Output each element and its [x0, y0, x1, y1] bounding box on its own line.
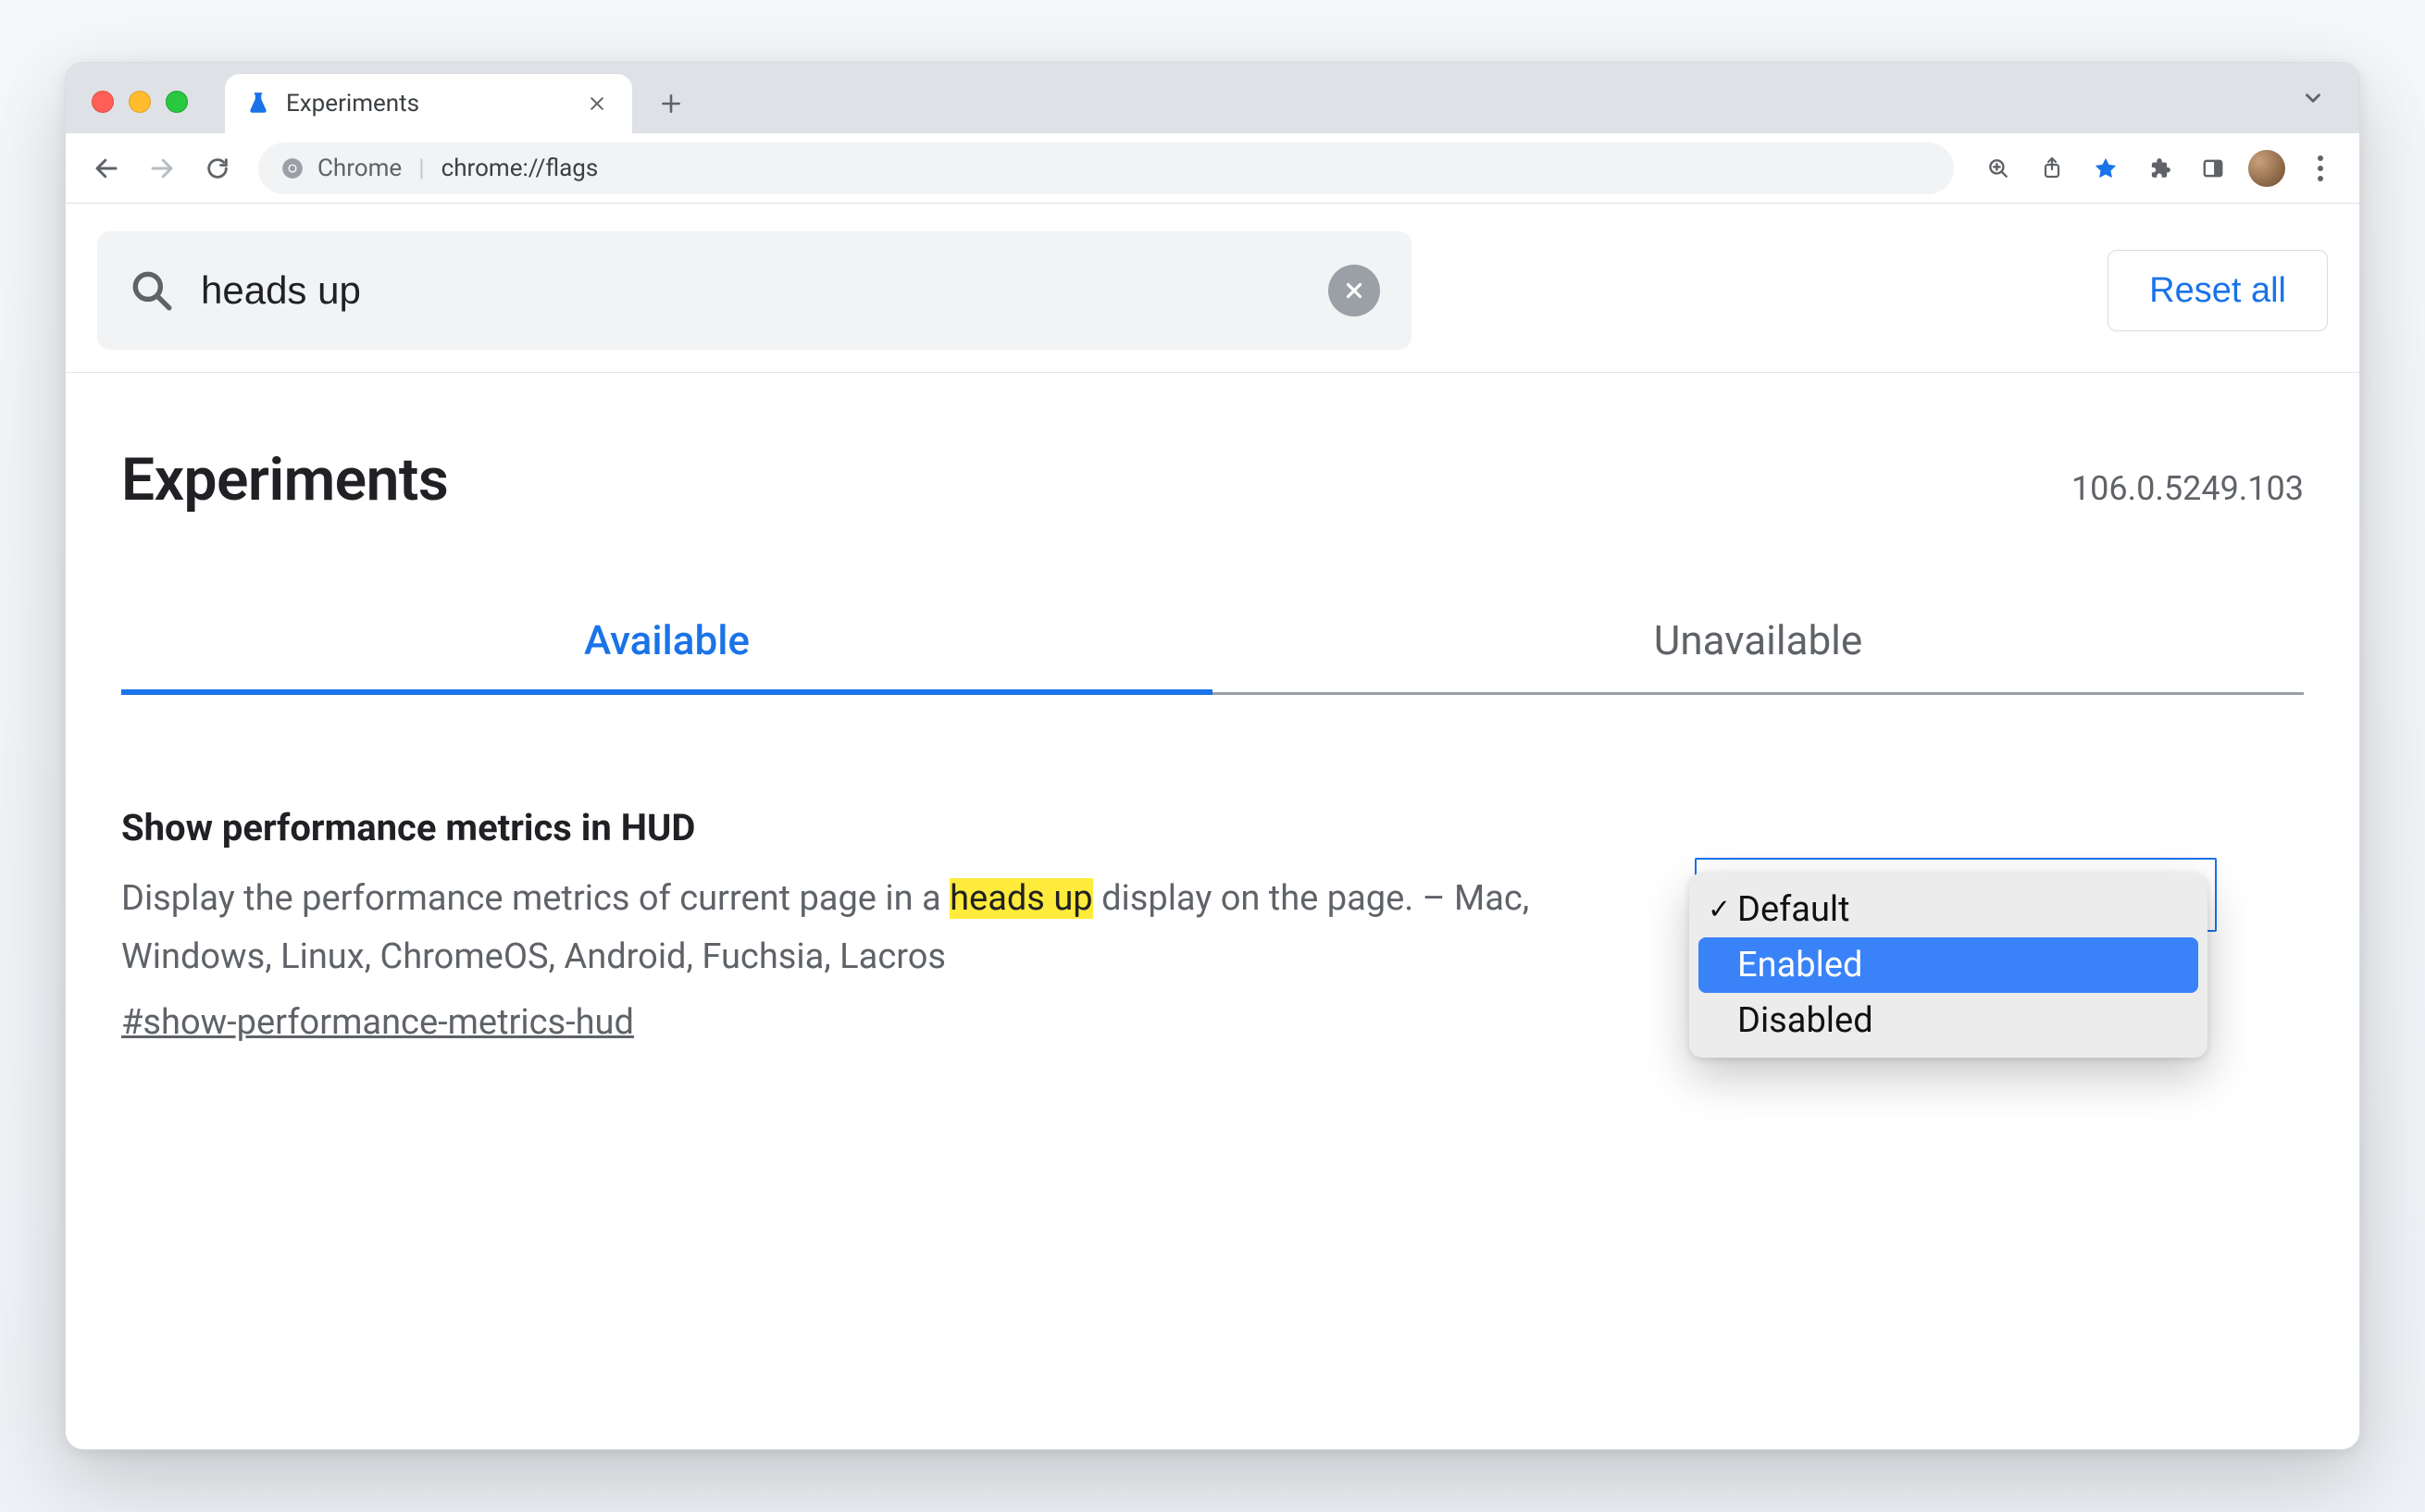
browser-window: Experiments Chrome |	[65, 62, 2360, 1450]
flask-icon	[245, 91, 271, 117]
flags-search-row: Reset all	[66, 204, 2359, 373]
window-close-button[interactable]	[92, 91, 114, 113]
profile-avatar[interactable]	[2245, 146, 2289, 191]
page-title: Experiments	[121, 445, 448, 514]
reset-all-button[interactable]: Reset all	[2108, 250, 2328, 331]
flag-description: Display the performance metrics of curre…	[121, 870, 1639, 985]
tab-unavailable[interactable]: Unavailable	[1212, 616, 2304, 695]
omnibox-separator: |	[418, 155, 424, 182]
bookmark-star-icon[interactable]	[2083, 146, 2128, 191]
option-enabled[interactable]: Enabled	[1698, 937, 2198, 993]
check-icon: ✓	[1708, 894, 1731, 926]
reload-button[interactable]	[193, 144, 242, 192]
tab-list-button[interactable]	[2293, 78, 2333, 118]
flags-search-input[interactable]	[201, 268, 1302, 313]
chrome-logo-icon	[280, 156, 305, 180]
share-icon[interactable]	[2030, 146, 2074, 191]
option-disabled[interactable]: Disabled	[1698, 993, 2198, 1048]
window-zoom-button[interactable]	[166, 91, 188, 113]
extensions-icon[interactable]	[2137, 146, 2182, 191]
window-minimize-button[interactable]	[129, 91, 151, 113]
flag-title: Show performance metrics in HUD	[121, 806, 1639, 849]
back-button[interactable]	[82, 144, 131, 192]
omnibox-url: chrome://flags	[441, 155, 599, 182]
chrome-menu-button[interactable]	[2298, 146, 2343, 191]
browser-tab[interactable]: Experiments	[225, 74, 632, 133]
chrome-version-label: 106.0.5249.103	[2071, 469, 2304, 508]
omnibox-origin-label: Chrome	[317, 155, 402, 182]
toolbar: Chrome | chrome://flags	[66, 133, 2359, 204]
experiments-tabs: Available Unavailable	[121, 616, 2304, 695]
new-tab-button[interactable]	[649, 81, 693, 126]
search-highlight: heads up	[950, 878, 1093, 919]
flag-anchor-link[interactable]: #show-performance-metrics-hud	[121, 1002, 634, 1043]
tab-available[interactable]: Available	[121, 616, 1212, 695]
flags-search-box[interactable]	[97, 231, 1411, 350]
address-bar[interactable]: Chrome | chrome://flags	[258, 143, 1954, 194]
tab-title: Experiments	[286, 90, 419, 118]
flag-entry: Show performance metrics in HUD Display …	[66, 695, 2359, 1043]
page-content: Reset all Experiments 106.0.5249.103 Ava…	[66, 204, 2359, 1449]
flag-state-dropdown: ✓ Default Enabled Disabled	[1689, 873, 2207, 1058]
tab-strip: Experiments	[66, 63, 2359, 133]
flag-state-select[interactable]: ✓ Default Enabled Disabled	[1695, 806, 2213, 1043]
zoom-icon[interactable]	[1976, 146, 2021, 191]
side-panel-icon[interactable]	[2191, 146, 2235, 191]
window-controls	[82, 91, 197, 133]
tab-close-button[interactable]	[582, 89, 612, 118]
forward-button[interactable]	[138, 144, 186, 192]
clear-search-button[interactable]	[1328, 265, 1380, 316]
option-default[interactable]: ✓ Default	[1698, 882, 2198, 937]
search-icon	[129, 267, 175, 314]
